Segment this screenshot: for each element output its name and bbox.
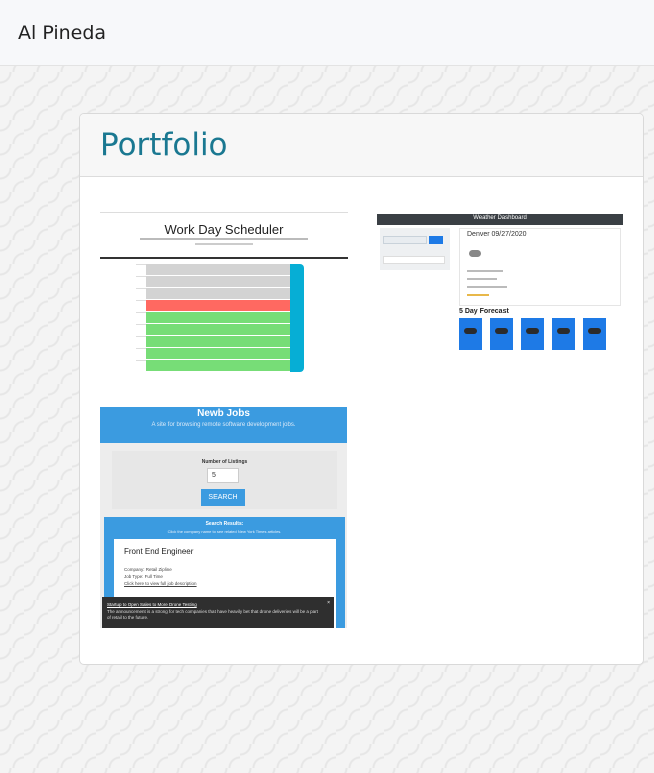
forecast-day — [521, 318, 544, 350]
toast-body: The announcement is a strong for tech co… — [107, 609, 318, 620]
listings-select: 5 — [207, 468, 239, 483]
weather-icon — [526, 328, 539, 334]
save-buttons — [290, 264, 304, 372]
scheduler-row — [146, 264, 290, 276]
toast-title: Startup to Open Sales to More Drone Test… — [107, 602, 197, 607]
forecast-day — [552, 318, 575, 350]
results-subtitle: Click the company name to see related Ne… — [167, 529, 282, 534]
scheduler-title: Work Day Scheduler — [164, 222, 284, 237]
weather-icon — [464, 328, 477, 334]
cloud-icon — [469, 250, 481, 257]
portfolio-card: Portfolio Work Day Scheduler Weather Das… — [79, 113, 644, 665]
job-link: Click here to view full job description — [124, 581, 197, 586]
scheduler-grid — [146, 264, 290, 372]
project-weather-dashboard[interactable]: Weather Dashboard Denver 09/27/2020 5 Da… — [377, 214, 623, 352]
brand-name[interactable]: Al Pineda — [18, 22, 106, 44]
weather-search-input — [383, 236, 427, 244]
card-header: Portfolio — [80, 114, 643, 177]
scheduler-row — [146, 348, 290, 360]
forecast-day — [459, 318, 482, 350]
weather-city-date: Denver 09/27/2020 — [467, 231, 527, 238]
weather-icon — [588, 328, 601, 334]
scheduler-hours — [136, 264, 146, 372]
close-icon: × — [327, 600, 330, 606]
scheduler-row — [146, 288, 290, 300]
jobs-title: Newb Jobs — [197, 408, 250, 419]
scheduler-row — [146, 312, 290, 324]
results-title: Search Results: — [205, 521, 244, 527]
forecast-day — [583, 318, 606, 350]
forecast-day — [490, 318, 513, 350]
project-newb-jobs[interactable]: Newb Jobs A site for browsing remote sof… — [100, 407, 347, 628]
weather-header: Weather Dashboard — [473, 215, 527, 221]
scheduler-row — [146, 300, 290, 312]
forecast-heading: 5 Day Forecast — [459, 308, 509, 315]
page-title: Portfolio — [100, 127, 228, 163]
weather-search-button — [429, 236, 443, 244]
scheduler-row — [146, 336, 290, 348]
weather-icon — [495, 328, 508, 334]
job-type: Job Type: Full Time — [124, 574, 163, 579]
scheduler-row — [146, 360, 290, 372]
job-title: Front End Engineer — [124, 547, 194, 556]
jobs-search-button: SEARCH — [201, 489, 245, 506]
article-toast: Startup to Open Sales to More Drone Test… — [102, 597, 334, 628]
navbar: Al Pineda — [0, 0, 654, 66]
job-company: Company: Retail Zipline — [124, 567, 172, 572]
project-work-day-scheduler[interactable]: Work Day Scheduler — [100, 212, 348, 378]
scheduler-row — [146, 324, 290, 336]
weather-icon — [557, 328, 570, 334]
listings-label: Number of Listings — [201, 459, 248, 465]
scheduler-row — [146, 276, 290, 288]
jobs-subtitle: A site for browsing remote software deve… — [151, 422, 296, 428]
jobs-search-form: Number of Listings 5 SEARCH — [112, 451, 337, 509]
